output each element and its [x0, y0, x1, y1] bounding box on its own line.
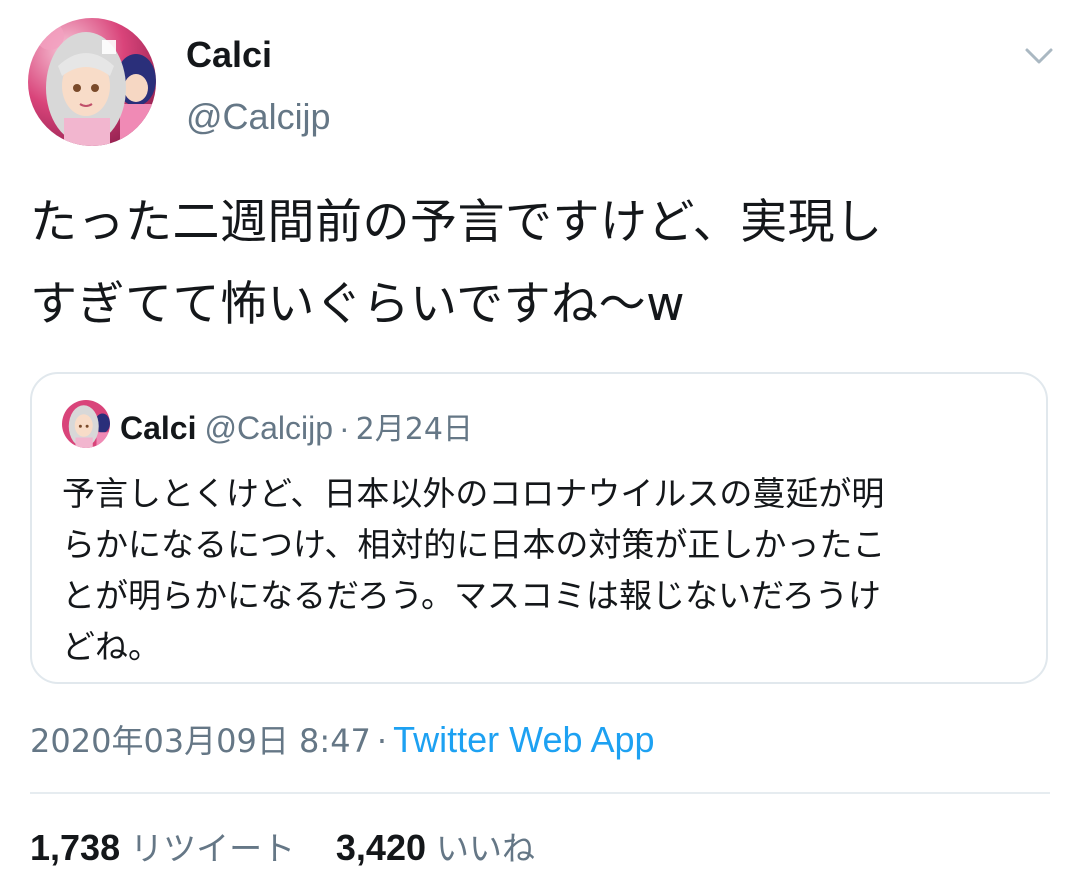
quoted-date: 2月24日: [355, 412, 473, 447]
divider: [30, 792, 1050, 794]
tweet-text: たった二週間前の予言ですけど、実現し すぎてて怖いぐらいですね〜w: [30, 195, 883, 332]
chevron-down-icon[interactable]: [1022, 42, 1056, 70]
likes-count: 3,420: [335, 827, 426, 868]
timestamp[interactable]: 2020年03月09日 8:47: [30, 722, 371, 760]
avatar[interactable]: [28, 18, 156, 146]
quoted-text: 予言しとくけど、日本以外のコロナウイルスの蔓延が明 らかになるにつけ、相対的に日…: [62, 474, 886, 666]
user-handle[interactable]: @Calcijp: [186, 96, 331, 138]
quoted-display-name: Calci: [120, 410, 197, 446]
likes-stat[interactable]: 3,420 いいね: [336, 822, 535, 870]
quoted-header: Calci @Calcijp · 2月24日: [120, 404, 473, 448]
quoted-avatar: [62, 400, 110, 448]
likes-label: いいね: [436, 829, 535, 868]
quoted-handle: @Calcijp: [204, 410, 333, 446]
display-name[interactable]: Calci: [186, 34, 272, 76]
quoted-tweet[interactable]: Calci @Calcijp · 2月24日 予言しとくけど、日本以外のコロナウイルス…: [30, 372, 1048, 684]
retweets-count: 1,738: [30, 827, 121, 868]
tweet-stats: 1,738 リツイート 3,420 いいね: [30, 822, 565, 870]
meta-separator: ·: [376, 722, 388, 760]
avatar-image: [62, 400, 110, 448]
retweets-label: リツイート: [130, 829, 296, 868]
tweet-meta: 2020年03月09日 8:47 · Twitter Web App: [30, 716, 655, 762]
tweet-card: Calci @Calcijp たった二週間前の予言ですけど、実現し すぎてて怖い…: [0, 0, 1080, 895]
retweets-stat[interactable]: 1,738 リツイート: [30, 822, 295, 870]
source-link[interactable]: Twitter Web App: [393, 719, 654, 760]
quoted-separator: ·: [339, 410, 350, 446]
avatar-image: [28, 18, 156, 146]
